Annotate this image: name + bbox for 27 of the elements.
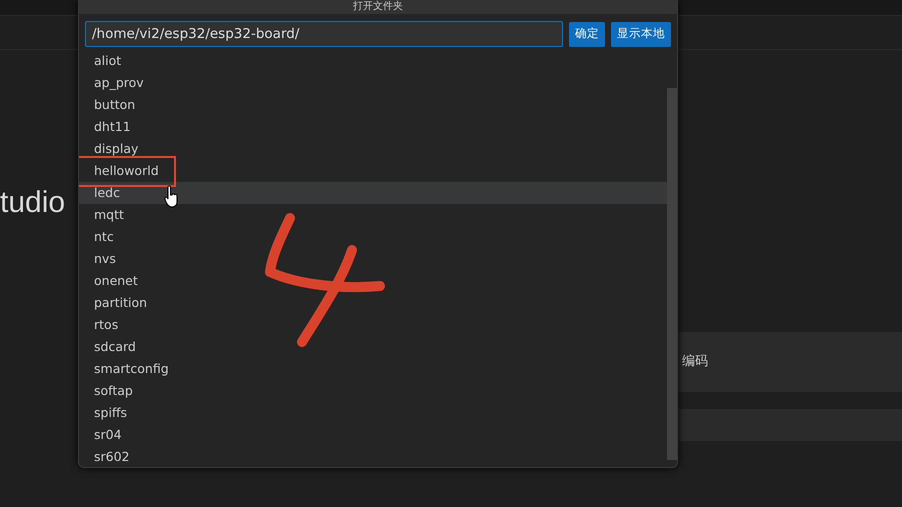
path-input-field[interactable]: /home/vi2/esp32/esp32-board/ xyxy=(85,21,563,47)
hand-cursor-icon xyxy=(164,185,180,209)
folder-item[interactable]: mqtt xyxy=(79,204,669,226)
folder-item[interactable]: onenet xyxy=(79,270,669,292)
folder-item[interactable]: sdcard xyxy=(79,336,669,358)
folder-item[interactable]: ap_prov xyxy=(79,72,669,94)
panel-text: 编码 xyxy=(682,353,708,372)
folder-item[interactable]: ledc xyxy=(79,182,669,204)
folder-item[interactable]: softap xyxy=(79,380,669,402)
folder-item[interactable]: button xyxy=(79,94,669,116)
folder-item[interactable]: spiffs xyxy=(79,402,669,424)
dialog-title: 打开文件夹 xyxy=(353,1,403,12)
heading-text: tudio xyxy=(0,188,66,218)
folder-item[interactable]: helloworld xyxy=(79,160,669,182)
folder-item[interactable]: sr04 xyxy=(79,424,669,446)
folder-item[interactable]: ntc xyxy=(79,226,669,248)
folder-item[interactable]: aliot xyxy=(79,50,669,72)
folder-item[interactable]: dht11 xyxy=(79,116,669,138)
scrollbar-thumb[interactable] xyxy=(667,88,677,460)
folder-item[interactable]: smartconfig xyxy=(79,358,669,380)
folder-item[interactable]: partition xyxy=(79,292,669,314)
confirm-button[interactable]: 确定 xyxy=(569,22,605,46)
folder-item[interactable]: rtos xyxy=(79,314,669,336)
show-local-button[interactable]: 显示本地 xyxy=(611,22,671,46)
folder-item[interactable]: sr602 xyxy=(79,446,669,467)
folder-item[interactable]: display xyxy=(79,138,669,160)
folder-item[interactable]: nvs xyxy=(79,248,669,270)
